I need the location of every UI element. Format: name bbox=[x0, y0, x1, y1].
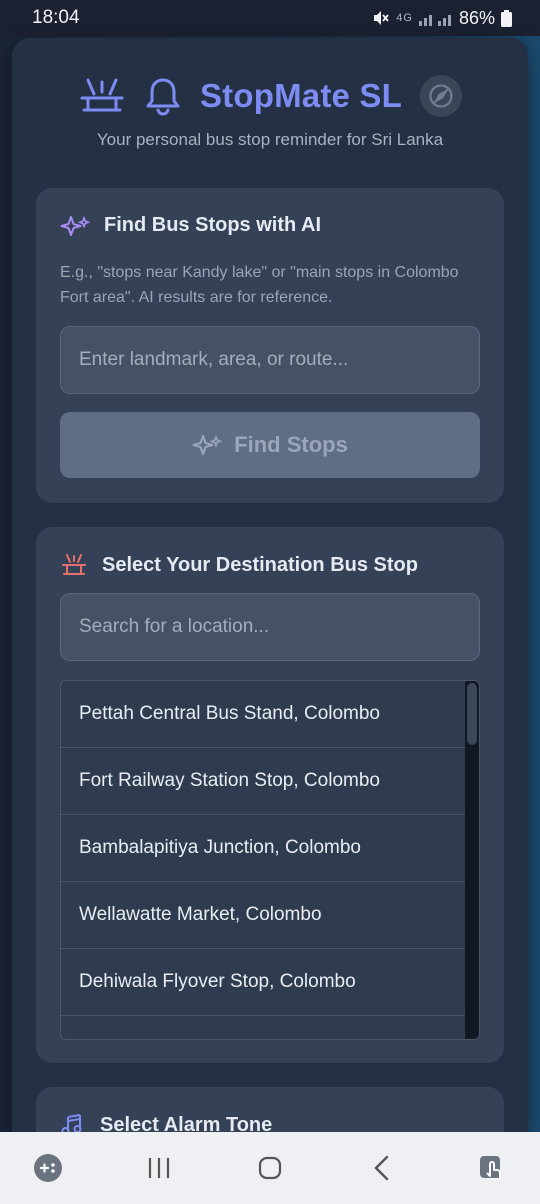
mute-icon bbox=[374, 11, 389, 25]
status-indicators: 4G 86% bbox=[372, 8, 512, 29]
ai-search-input[interactable] bbox=[60, 326, 480, 394]
bus-stop-icon bbox=[62, 554, 86, 575]
home-button[interactable] bbox=[240, 1138, 300, 1198]
list-item[interactable]: Bambalapitiya Junction, Colombo bbox=[61, 815, 467, 882]
list-item[interactable]: Pettah Central Bus Stand, Colombo bbox=[61, 681, 467, 748]
bus-stop-icon bbox=[80, 78, 124, 112]
list-item[interactable]: Wellawatte Market, Colombo bbox=[61, 882, 467, 949]
home-icon bbox=[258, 1156, 282, 1180]
compass-button[interactable] bbox=[420, 75, 463, 117]
back-icon bbox=[374, 1155, 389, 1181]
list-item[interactable]: Fort Railway Station Stop, Colombo bbox=[61, 748, 467, 815]
list-item[interactable]: Dehiwala Flyover Stop, Colombo bbox=[61, 949, 467, 1016]
destination-title: Select Your Destination Bus Stop bbox=[60, 553, 418, 577]
app-title: StopMate SL bbox=[199, 77, 403, 114]
find-stops-label: Find Stops bbox=[234, 432, 348, 457]
ai-search-title-text: Find Bus Stops with AI bbox=[104, 214, 322, 236]
app-container: StopMate SL Your personal bus stop remin… bbox=[12, 38, 528, 1167]
navigation-bar bbox=[0, 1132, 540, 1204]
scrollbar-thumb[interactable] bbox=[467, 683, 477, 745]
status-time: 18:04 bbox=[32, 7, 80, 28]
game-launcher-button[interactable] bbox=[18, 1138, 78, 1198]
accessibility-button[interactable] bbox=[462, 1138, 522, 1198]
destination-title-text: Select Your Destination Bus Stop bbox=[102, 553, 418, 576]
compass-icon bbox=[429, 84, 453, 108]
battery-percent: 86% bbox=[458, 7, 495, 28]
gamepad-icon bbox=[34, 1154, 62, 1182]
sparkle-icon bbox=[60, 215, 90, 236]
battery-icon bbox=[501, 9, 512, 27]
location-search-input[interactable] bbox=[60, 593, 480, 661]
recents-icon bbox=[148, 1158, 170, 1178]
signal-icon bbox=[418, 15, 451, 26]
app-header: StopMate SL bbox=[12, 66, 528, 126]
ai-search-description: E.g., "stops near Kandy lake" or "main s… bbox=[60, 264, 459, 306]
destination-panel: Select Your Destination Bus Stop Pettah … bbox=[36, 527, 504, 1063]
network-type: 4G bbox=[396, 12, 413, 24]
scrollbar[interactable] bbox=[465, 681, 479, 1039]
app-tagline: Your personal bus stop reminder for Sri … bbox=[96, 130, 444, 149]
stop-list[interactable]: Pettah Central Bus Stand, Colombo Fort R… bbox=[60, 680, 480, 1040]
list-item[interactable] bbox=[61, 1016, 467, 1039]
sparkle-icon bbox=[192, 434, 223, 455]
find-stops-button[interactable]: Find Stops bbox=[60, 412, 480, 478]
ai-search-title: Find Bus Stops with AI bbox=[60, 214, 321, 237]
back-button[interactable] bbox=[351, 1138, 411, 1198]
ai-search-panel: Find Bus Stops with AI E.g., "stops near… bbox=[36, 188, 504, 503]
bell-icon bbox=[146, 78, 180, 116]
recent-apps-button[interactable] bbox=[129, 1138, 189, 1198]
status-bar: 18:04 4G 86% bbox=[0, 0, 540, 36]
touch-icon bbox=[480, 1156, 501, 1180]
